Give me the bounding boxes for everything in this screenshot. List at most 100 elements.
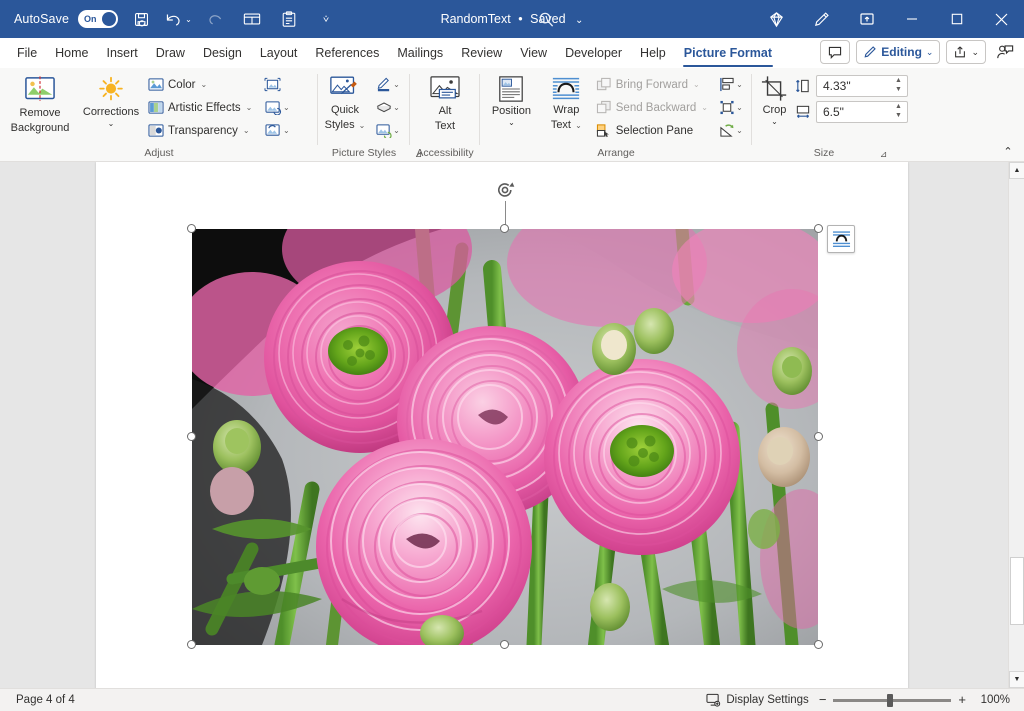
zoom-in-button[interactable]: + [958,695,966,705]
tab-file[interactable]: File [8,40,46,66]
shape-height-input[interactable]: 4.33" ▲ ▼ [816,75,908,97]
scroll-up-button[interactable]: ▲ [1009,162,1024,179]
send-backward-button[interactable]: Send Backward ⌄ [594,96,712,119]
diamond-icon[interactable] [754,0,799,38]
quick-styles-chevron-down-icon[interactable]: ⌄ [359,121,366,130]
catch-up-button[interactable] [992,40,1018,64]
transparency-chevron-down-icon[interactable]: ⌄ [243,126,250,135]
minimize-icon[interactable] [889,0,934,38]
crop-button[interactable]: Crop ⌄ [756,72,793,126]
width-stepper-down[interactable]: ▼ [893,113,904,119]
shape-width-stepper[interactable]: ▲ ▼ [893,103,904,121]
search-box[interactable] [486,5,606,33]
restore-up-icon[interactable] [844,0,889,38]
compress-pictures-button[interactable] [258,73,286,96]
zoom-level-label[interactable]: 100% [976,694,1010,706]
resize-handle-bottom-center[interactable] [500,640,509,649]
transparency-button[interactable]: Transparency ⌄ [146,119,256,142]
bring-forward-chevron-down-icon[interactable]: ⌄ [693,80,700,89]
tab-review[interactable]: Review [452,40,511,66]
picture-border-chevron-down-icon[interactable]: ⌄ [393,80,400,89]
alt-text-button[interactable]: Alt Text [414,72,476,132]
resize-handle-top-center[interactable] [500,224,509,233]
table-icon[interactable] [238,5,266,33]
accessibility-dialog-launcher-icon[interactable]: ⊿ [412,147,425,161]
scrollbar-thumb[interactable] [1010,557,1024,625]
tab-help[interactable]: Help [631,40,675,66]
resize-handle-top-left[interactable] [187,224,196,233]
tab-developer[interactable]: Developer [556,40,631,66]
layout-options-button[interactable] [827,225,855,253]
document-page[interactable] [96,162,908,688]
color-chevron-down-icon[interactable]: ⌄ [200,80,207,89]
resize-handle-top-right[interactable] [814,224,823,233]
tab-draw[interactable]: Draw [147,40,194,66]
change-picture-button[interactable]: ⌄ [258,96,296,119]
change-picture-chevron-down-icon[interactable]: ⌄ [283,103,290,112]
scroll-down-button[interactable]: ▼ [1009,671,1024,688]
picture-layout-chevron-down-icon[interactable]: ⌄ [393,126,400,135]
tab-picture-format[interactable]: Picture Format [675,40,781,66]
maximize-icon[interactable] [934,0,979,38]
editing-chevron-down-icon[interactable]: ⌄ [926,47,934,58]
document-canvas[interactable] [0,162,1024,688]
tab-design[interactable]: Design [194,40,251,66]
zoom-slider[interactable]: − + [819,695,966,705]
resize-handle-middle-left[interactable] [187,432,196,441]
redo-icon[interactable] [201,5,229,33]
close-icon[interactable] [979,0,1024,38]
artistic-effects-button[interactable]: Artistic Effects ⌄ [146,96,256,119]
tab-references[interactable]: References [306,40,388,66]
page-indicator[interactable]: Page 4 of 4 [16,694,75,706]
position-chevron-down-icon[interactable]: ⌄ [508,119,515,127]
collapse-ribbon-chevron-up-icon[interactable]: ⌃ [998,143,1018,159]
corrections-chevron-down-icon[interactable]: ⌄ [108,120,115,128]
artistic-effects-chevron-down-icon[interactable]: ⌄ [246,103,253,112]
wrap-text-button[interactable]: Wrap Text ⌄ [541,72,592,132]
vertical-scrollbar[interactable]: ▲ ▼ [1008,162,1024,688]
customize-qat-chevron-down-icon[interactable]: ⩒ [312,5,340,33]
editing-mode-button[interactable]: Editing ⌄ [856,40,940,64]
group-objects-chevron-down-icon[interactable]: ⌄ [736,103,743,112]
rotate-objects-button[interactable]: ⌄ [714,119,748,142]
selection-pane-button[interactable]: Selection Pane [594,119,712,142]
comments-button[interactable] [820,40,850,64]
reset-picture-button[interactable]: ⌄ [258,119,296,142]
tab-layout[interactable]: Layout [251,40,307,66]
share-chevron-down-icon[interactable]: ⌄ [971,47,979,58]
tab-view[interactable]: View [511,40,556,66]
send-backward-chevron-down-icon[interactable]: ⌄ [701,103,708,112]
corrections-button[interactable]: Corrections ⌄ [78,72,144,128]
height-stepper-up[interactable]: ▲ [893,78,904,84]
picture-effects-button[interactable]: ⌄ [370,96,406,119]
shape-width-input[interactable]: 6.5" ▲ ▼ [816,101,908,123]
tab-home[interactable]: Home [46,40,97,66]
group-objects-button[interactable]: ⌄ [714,96,748,119]
clipboard-icon[interactable] [275,5,303,33]
picture-effects-chevron-down-icon[interactable]: ⌄ [393,103,400,112]
position-button[interactable]: Position ⌄ [484,72,539,127]
tab-insert[interactable]: Insert [98,40,147,66]
picture-ranunculus[interactable] [192,229,818,645]
align-objects-button[interactable]: ⌄ [714,73,748,96]
resize-handle-bottom-right[interactable] [814,640,823,649]
selected-picture-container[interactable] [192,229,818,645]
zoom-out-button[interactable]: − [819,695,827,705]
remove-background-button[interactable]: Remove Background [4,72,76,134]
resize-handle-bottom-left[interactable] [187,640,196,649]
shape-height-stepper[interactable]: ▲ ▼ [893,77,904,95]
color-button[interactable]: Color ⌄ [146,73,256,96]
resize-handle-middle-right[interactable] [814,432,823,441]
save-icon[interactable] [127,5,155,33]
width-stepper-up[interactable]: ▲ [893,104,904,110]
bring-forward-button[interactable]: Bring Forward ⌄ [594,73,712,96]
picture-layout-button[interactable]: ⌄ [370,119,406,142]
zoom-track[interactable] [833,699,951,702]
size-dialog-launcher-icon[interactable]: ⊿ [877,147,890,161]
picture-border-button[interactable]: ⌄ [370,73,406,96]
align-objects-chevron-down-icon[interactable]: ⌄ [736,80,743,89]
tab-mailings[interactable]: Mailings [388,40,452,66]
quick-styles-button[interactable]: Quick Styles ⌄ [322,72,368,132]
display-settings-button[interactable]: Display Settings [706,693,808,707]
wrap-text-chevron-down-icon[interactable]: ⌄ [575,121,582,130]
